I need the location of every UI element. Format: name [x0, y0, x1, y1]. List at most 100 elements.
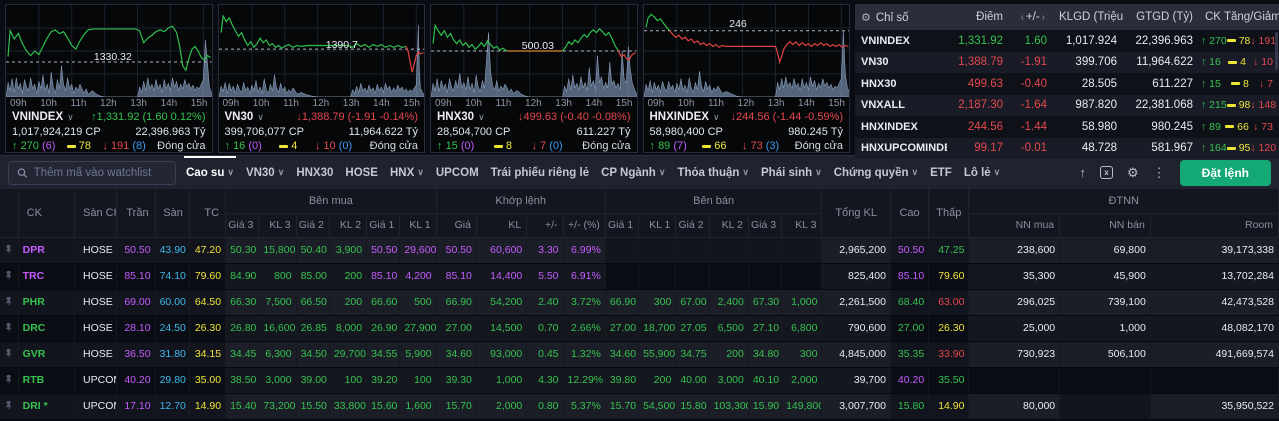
index-name[interactable]: HNXINDEX	[855, 121, 947, 133]
gear-icon[interactable]: ⚙	[861, 12, 871, 24]
ask-cell[interactable]: 200	[639, 367, 676, 393]
col-nn-ban[interactable]: NN bán	[1060, 213, 1151, 237]
watchlist-search[interactable]	[8, 161, 176, 185]
col-tc[interactable]: TC	[189, 189, 225, 237]
pin-cell[interactable]	[0, 315, 18, 341]
match-cell[interactable]: 14,400	[476, 263, 526, 289]
ask-cell[interactable]	[639, 237, 676, 263]
index-row-vnindex[interactable]: VNINDEX1,331.921.601,017.92422,396.963↑ …	[855, 30, 1279, 52]
bid-cell[interactable]: 39.20	[367, 367, 400, 393]
bid-cell[interactable]: 39.00	[296, 367, 329, 393]
match-cell[interactable]: 60,600	[476, 237, 526, 263]
bid-cell[interactable]: 38.50	[226, 367, 259, 393]
ask-cell[interactable]	[605, 263, 638, 289]
col-kl-1[interactable]: KL 1	[400, 213, 436, 237]
index-name[interactable]: VNXALL	[855, 99, 947, 111]
bid-cell[interactable]: 34.45	[226, 341, 259, 367]
match-cell[interactable]: 2,000	[476, 393, 526, 419]
pin-icon[interactable]	[4, 400, 14, 413]
pin-icon[interactable]	[4, 296, 14, 309]
gear-icon[interactable]: ⚙	[1127, 165, 1139, 181]
index-row-vnxall[interactable]: VNXALL2,187.30-1.64987.82022,381.068↑ 21…	[855, 95, 1279, 117]
pin-icon[interactable]	[4, 244, 14, 257]
col-tong-kl[interactable]: Tổng KL	[822, 189, 891, 237]
ask-cell[interactable]: 27.05	[676, 315, 709, 341]
index-name-dropdown[interactable]: VN30∨	[225, 110, 264, 125]
ask-cell[interactable]: 39.80	[605, 367, 638, 393]
bid-cell[interactable]: 3,900	[329, 237, 366, 263]
match-cell[interactable]: 6.91%	[563, 263, 605, 289]
index-row-vn30[interactable]: VN301,388.79-1.91399.70611,964.622↑ 164↓…	[855, 52, 1279, 74]
ask-cell[interactable]: 27.10	[748, 315, 781, 341]
col-ask-gia-2[interactable]: Giá 2	[676, 213, 709, 237]
match-cell[interactable]: 2.40	[527, 289, 563, 315]
tab-chứng-quyền[interactable]: Chứng quyền∨	[828, 156, 924, 190]
tab-cp-ngành[interactable]: CP Ngành∨	[595, 156, 671, 190]
bid-cell[interactable]: 4,200	[400, 263, 436, 289]
match-cell[interactable]: 1,000	[476, 367, 526, 393]
col-san-ck[interactable]: Sàn CK	[75, 189, 117, 237]
col-ask-kl-1[interactable]: KL 1	[639, 213, 676, 237]
bid-cell[interactable]: 27,900	[400, 315, 436, 341]
ask-cell[interactable]: 15.80	[676, 393, 709, 419]
index-name[interactable]: VNINDEX	[855, 35, 947, 47]
col-change-pct[interactable]: +/- (%)	[563, 213, 605, 237]
bid-cell[interactable]: 100	[329, 367, 366, 393]
col-gia[interactable]: Giá	[436, 213, 476, 237]
stock-row-gvr[interactable]: GVRHOSE36.5031.8034.1534.456,30034.5029,…	[0, 341, 1279, 367]
index-row-hnxindex[interactable]: HNXINDEX244.56-1.4458.980980.245↑ 8966↓ …	[855, 116, 1279, 138]
bid-cell[interactable]: 16,600	[259, 315, 296, 341]
match-cell[interactable]: 0.45	[527, 341, 563, 367]
col-thap[interactable]: Thấp	[929, 189, 969, 237]
match-cell[interactable]: 3.30	[527, 237, 563, 263]
stock-row-drc[interactable]: DRCHOSE28.1024.5026.3026.8016,60026.858,…	[0, 315, 1279, 341]
bid-cell[interactable]: 29,700	[329, 341, 366, 367]
col-gia-3[interactable]: Giá 3	[226, 213, 259, 237]
ask-cell[interactable]: 1,000	[782, 289, 822, 315]
ask-cell[interactable]: 34.75	[676, 341, 709, 367]
symbol-cell[interactable]: DRC	[18, 315, 74, 341]
bid-cell[interactable]: 66.50	[296, 289, 329, 315]
stock-row-phr[interactable]: PHRHOSE69.0060.0064.5066.307,50066.50200…	[0, 289, 1279, 315]
symbol-cell[interactable]: GVR	[18, 341, 74, 367]
ask-cell[interactable]	[748, 237, 781, 263]
index-name[interactable]: HNXUPCOMINDEX	[855, 142, 947, 154]
col-nn-mua[interactable]: NN mua	[969, 213, 1060, 237]
pin-cell[interactable]	[0, 393, 18, 419]
ask-cell[interactable]: 55,900	[639, 341, 676, 367]
match-cell[interactable]: 27.00	[436, 315, 476, 341]
col-ask-kl-2[interactable]: KL 2	[709, 213, 748, 237]
match-cell[interactable]: 34.60	[436, 341, 476, 367]
place-order-button[interactable]: Đặt lệnh	[1180, 160, 1271, 186]
col-change[interactable]: +/-	[527, 213, 563, 237]
col-ask-gia-3[interactable]: Giá 3	[748, 213, 781, 237]
bid-cell[interactable]: 34.50	[296, 341, 329, 367]
bid-cell[interactable]: 8,000	[329, 315, 366, 341]
ask-cell[interactable]: 15.90	[748, 393, 781, 419]
ask-cell[interactable]	[782, 263, 822, 289]
symbol-cell[interactable]: PHR	[18, 289, 74, 315]
pin-cell[interactable]	[0, 341, 18, 367]
col-ask-gia-1[interactable]: Giá 1	[605, 213, 638, 237]
bid-cell[interactable]: 15.50	[296, 393, 329, 419]
bid-cell[interactable]: 29,600	[400, 237, 436, 263]
price-chart[interactable]: 1330.32	[6, 5, 212, 97]
ask-cell[interactable]: 40.00	[676, 367, 709, 393]
match-cell[interactable]: 3.72%	[563, 289, 605, 315]
bid-cell[interactable]: 6,300	[259, 341, 296, 367]
tab-trái-phiếu-riêng-lẻ[interactable]: Trái phiếu riêng lẻ	[485, 156, 595, 190]
tab-thỏa-thuận[interactable]: Thỏa thuận∨	[671, 156, 755, 190]
ask-cell[interactable]: 27.00	[605, 315, 638, 341]
stock-row-dri[interactable]: DRI *UPCOM17.1012.7014.9015.4073,20015.5…	[0, 393, 1279, 419]
ask-cell[interactable]: 6,800	[782, 315, 822, 341]
symbol-cell[interactable]: DRI *	[18, 393, 74, 419]
bid-cell[interactable]: 84.90	[226, 263, 259, 289]
match-cell[interactable]: 2.66%	[563, 315, 605, 341]
bid-cell[interactable]: 15.40	[226, 393, 259, 419]
bid-cell[interactable]: 73,200	[259, 393, 296, 419]
match-cell[interactable]: 50.50	[436, 237, 476, 263]
bid-cell[interactable]: 26.80	[226, 315, 259, 341]
match-cell[interactable]: 39.30	[436, 367, 476, 393]
match-cell[interactable]: 12.29%	[563, 367, 605, 393]
ask-cell[interactable]: 67.30	[748, 289, 781, 315]
